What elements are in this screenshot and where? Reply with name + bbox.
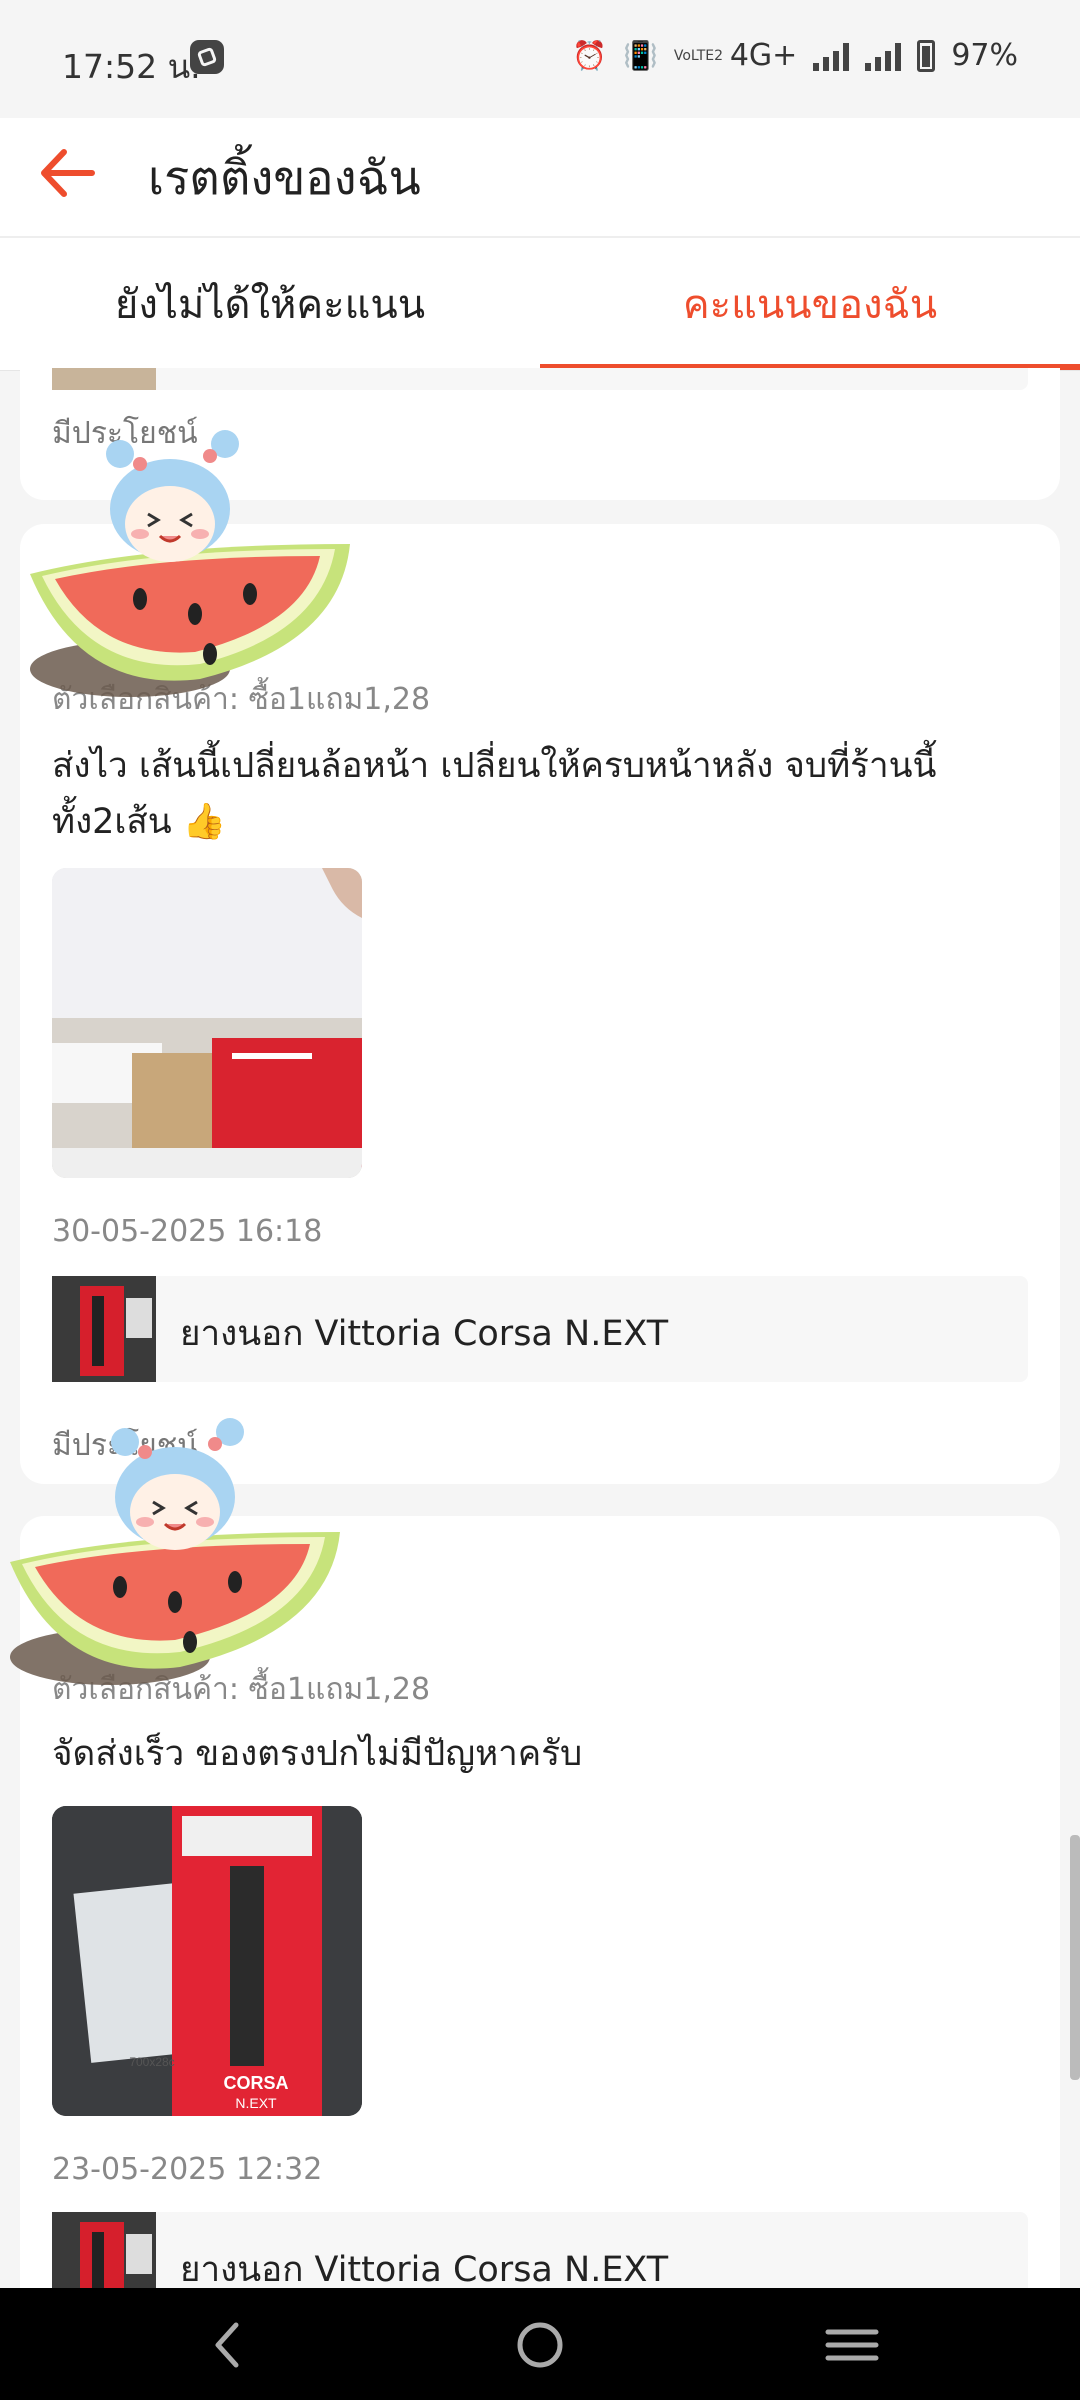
product-link[interactable] [52,368,1028,390]
reviews-list[interactable]: มีประโยชน์ ตัวเลือกสินค้า: ซื้อ1แถม1,28 … [0,368,1080,2288]
status-bar: 17:52 น. ⏰ 📳 VoLTE2 4G+ 97% [0,0,1080,118]
product-name: ยางนอก Vittoria Corsa N.EXT [180,1314,669,1354]
watermelon-sticker [30,430,350,697]
tire-box-image [52,2212,156,2288]
network-type: 4G+ [729,38,798,73]
review-photo[interactable] [52,868,362,1178]
tab-not-rated[interactable]: ยังไม่ได้ให้คะแนน [0,238,540,370]
system-nav-bar [0,2288,1080,2400]
box-sub-text: N.EXT [235,2095,277,2111]
box-size-text: 700x28c [129,2055,174,2069]
product-link[interactable]: ยางนอก Vittoria Corsa N.EXT [52,1276,1028,1382]
scrollbar[interactable] [1070,1835,1080,2080]
status-icons: ⏰ 📳 VoLTE2 4G+ 97% [572,38,1018,73]
tab-my-ratings[interactable]: คะแนนของฉัน [540,238,1080,370]
review-photo-image: CORSA N.EXT 700x28c [52,1806,362,2116]
review-photo[interactable]: CORSA N.EXT 700x28c [52,1806,362,2116]
notification-app-icon [190,40,224,74]
product-link[interactable]: ยางนอก Vittoria Corsa N.EXT [52,2212,1028,2288]
tab-bar: ยังไม่ได้ให้คะแนน คะแนนของฉัน [0,236,1080,371]
review-date: 23-05-2025 12:32 [52,2152,323,2187]
watermelon-sticker [10,1418,340,1685]
app-header: เรตติ้งของฉัน [0,118,1080,236]
nav-recents-button[interactable] [812,2310,892,2380]
review-text: จัดส่งเร็ว ของตรงปกไม่มีปัญหาครับ [52,1734,583,1774]
review-photo-image [52,868,362,1178]
menu-lines-icon [825,2329,879,2361]
home-circle-icon [517,2322,563,2368]
battery-icon [917,39,936,72]
review-text: ส่งไว เส้นนี้เปลี่ยนล้อหน้า เปลี่ยนให้คร… [52,746,937,842]
back-button[interactable] [34,138,104,208]
product-thumbnail [52,368,156,390]
chevron-left-icon [215,2322,239,2368]
signal-icon-1 [813,41,850,71]
volte-icon: VoLTE2 [673,47,724,64]
product-thumbnail [52,2212,156,2288]
vibrate-icon: 📳 [622,39,658,72]
product-name: ยางนอก Vittoria Corsa N.EXT [180,2250,669,2288]
review-date: 30-05-2025 16:18 [52,1214,323,1249]
alarm-icon: ⏰ [572,39,607,72]
battery-level: 97% [951,38,1018,73]
tire-box-image [52,1276,156,1382]
product-thumbnail [52,1276,156,1382]
nav-home-button[interactable] [500,2310,580,2380]
nav-back-button[interactable] [188,2310,268,2380]
arrow-left-icon [41,149,95,197]
signal-icon-2 [865,41,902,71]
status-time: 17:52 น. [62,47,201,86]
box-brand-text: CORSA [223,2073,288,2093]
page-title: เรตติ้งของฉัน [148,151,421,206]
